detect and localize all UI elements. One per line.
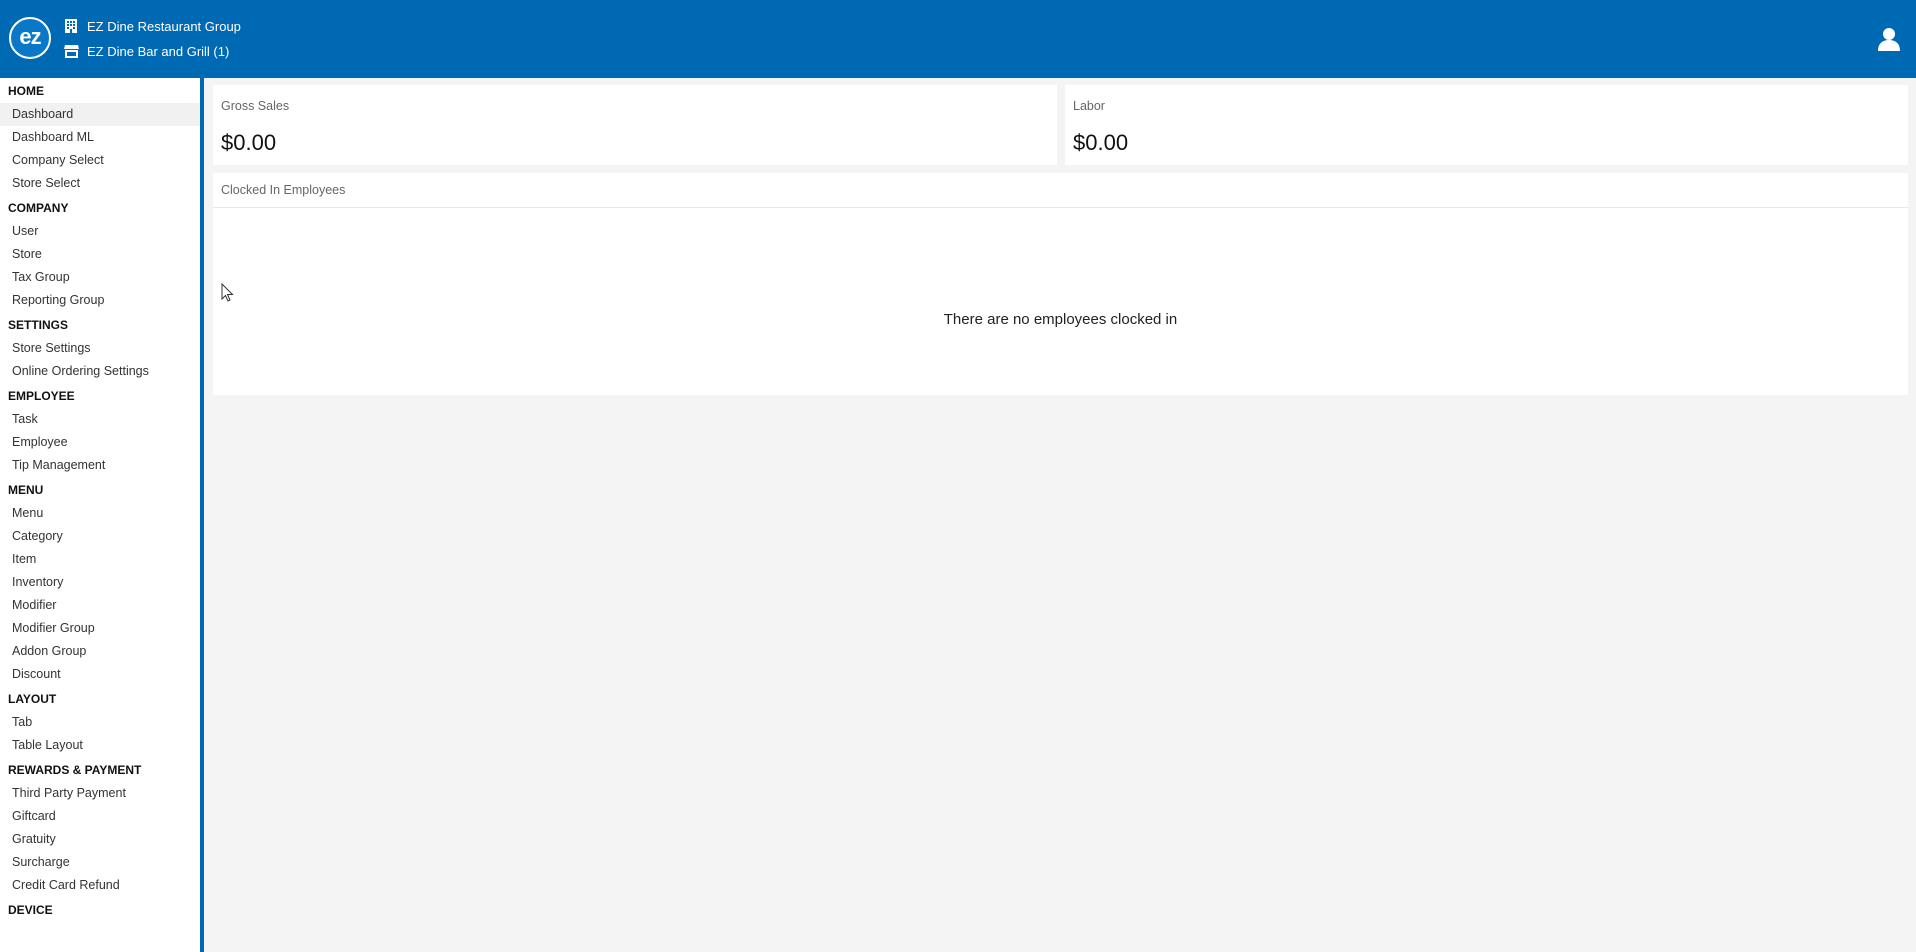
sidebar-item-user[interactable]: User (0, 220, 200, 243)
sidebar: HOME Dashboard Dashboard ML Company Sele… (0, 78, 200, 952)
sidebar-item-inventory[interactable]: Inventory (0, 571, 200, 594)
company-context[interactable]: EZ Dine Restaurant Group (63, 16, 241, 36)
sidebar-item-credit-card-refund[interactable]: Credit Card Refund (0, 874, 200, 897)
labor-card: Labor $0.00 (1065, 85, 1908, 165)
section-rewards-payment: REWARDS & PAYMENT (8, 763, 142, 777)
sidebar-item-tab[interactable]: Tab (0, 711, 200, 734)
section-home: HOME (8, 84, 44, 98)
sidebar-item-tax-group[interactable]: Tax Group (0, 266, 200, 289)
sidebar-item-modifier-group[interactable]: Modifier Group (0, 617, 200, 640)
sidebar-item-dashboard-ml[interactable]: Dashboard ML (0, 126, 200, 149)
clocked-in-employees-title: Clocked In Employees (213, 173, 1908, 208)
main-content: Gross Sales $0.00 Labor $0.00 Clocked In… (204, 78, 1916, 952)
sidebar-item-tip-management[interactable]: Tip Management (0, 454, 200, 477)
sidebar-item-reporting-group[interactable]: Reporting Group (0, 289, 200, 312)
clocked-in-employees-card: Clocked In Employees There are no employ… (213, 173, 1908, 395)
sidebar-item-category[interactable]: Category (0, 525, 200, 548)
sidebar-item-task[interactable]: Task (0, 408, 200, 431)
sidebar-item-third-party-payment[interactable]: Third Party Payment (0, 782, 200, 805)
mouse-cursor-icon (221, 282, 234, 303)
sidebar-item-giftcard[interactable]: Giftcard (0, 805, 200, 828)
sidebar-item-employee[interactable]: Employee (0, 431, 200, 454)
sidebar-item-store-settings[interactable]: Store Settings (0, 337, 200, 360)
no-employees-message: There are no employees clocked in (943, 311, 1178, 328)
section-employee: EMPLOYEE (8, 389, 75, 403)
sidebar-item-discount[interactable]: Discount (0, 663, 200, 686)
top-bar: ez EZ Dine Restaurant Group EZ Dine Bar … (0, 0, 1916, 78)
gross-sales-value: $0.00 (221, 130, 277, 155)
sidebar-item-item[interactable]: Item (0, 548, 200, 571)
sidebar-item-store-select[interactable]: Store Select (0, 172, 200, 195)
gross-sales-label: Gross Sales (221, 99, 290, 113)
sidebar-item-gratuity[interactable]: Gratuity (0, 828, 200, 851)
store-name: EZ Dine Bar and Grill (1) (87, 43, 230, 59)
sidebar-item-company-select[interactable]: Company Select (0, 149, 200, 172)
section-layout: LAYOUT (8, 692, 57, 706)
sidebar-item-store[interactable]: Store (0, 243, 200, 266)
user-icon[interactable] (1876, 26, 1902, 52)
sidebar-item-table-layout[interactable]: Table Layout (0, 734, 200, 757)
sidebar-item-menu[interactable]: Menu (0, 502, 200, 525)
ez-logo[interactable]: ez (9, 17, 51, 59)
sidebar-item-surcharge[interactable]: Surcharge (0, 851, 200, 874)
store-context[interactable]: EZ Dine Bar and Grill (1) (63, 41, 229, 61)
sidebar-item-dashboard[interactable]: Dashboard (0, 103, 200, 126)
sidebar-item-modifier[interactable]: Modifier (0, 594, 200, 617)
section-company: COMPANY (8, 201, 69, 215)
building-icon (63, 18, 79, 34)
company-name: EZ Dine Restaurant Group (87, 18, 241, 34)
sidebar-item-online-ordering-settings[interactable]: Online Ordering Settings (0, 360, 200, 383)
labor-value: $0.00 (1073, 130, 1129, 155)
labor-label: Labor (1073, 99, 1105, 113)
section-settings: SETTINGS (8, 318, 69, 332)
section-menu: MENU (8, 483, 44, 497)
store-icon (63, 43, 79, 59)
gross-sales-card: Gross Sales $0.00 (213, 85, 1057, 165)
sidebar-item-addon-group[interactable]: Addon Group (0, 640, 200, 663)
section-device: DEVICE (8, 903, 53, 917)
